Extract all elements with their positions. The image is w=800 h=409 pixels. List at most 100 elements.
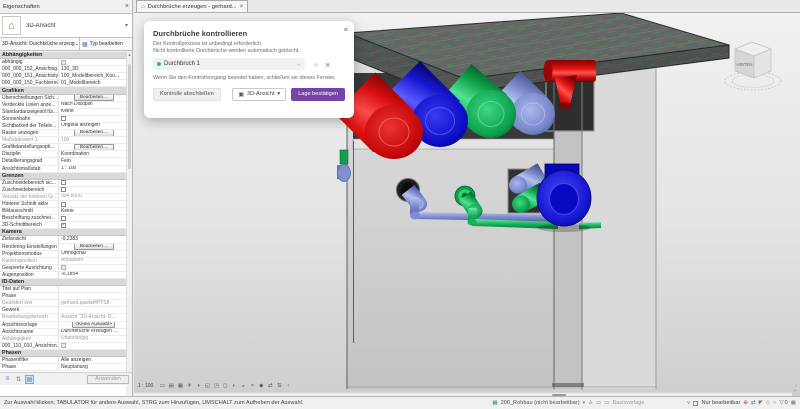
property-value[interactable] (58, 201, 126, 207)
property-row[interactable]: 000_110_010_Ansichtsn... (0, 343, 126, 350)
property-row[interactable]: Maßstabswert 1:100 (0, 137, 126, 144)
type-selector[interactable]: ⌂ 3D-Ansicht ▾ (0, 13, 132, 38)
edit-button[interactable]: Bearbeiten... (74, 144, 114, 150)
view-selector-button[interactable]: ▣ 3D-Ansicht ▾ (232, 88, 286, 101)
section-header[interactable]: Phasen＾ (0, 350, 126, 357)
scrollbar-thumb[interactable] (128, 64, 131, 169)
property-row[interactable]: Standardanzeigestil für...Keine (0, 109, 126, 116)
property-row[interactable]: Sonnenbahn (0, 116, 126, 123)
checkbox[interactable] (61, 116, 66, 121)
select-toggle-icon[interactable]: ◤ (759, 400, 763, 406)
editable-only-checkbox[interactable] (693, 401, 698, 406)
reveal-hidden-icon[interactable]: ◒ (239, 383, 247, 389)
property-row[interactable]: Ansichtsvorlage<Keine Auswahl> (0, 322, 126, 329)
property-row[interactable]: Gesperrte Ausrichtung (0, 265, 126, 272)
property-value[interactable] (58, 116, 126, 122)
property-row[interactable]: Beschriftung zuschnei... (0, 215, 126, 222)
property-value[interactable]: 100 (58, 137, 126, 143)
property-value[interactable]: -0,1854 (58, 272, 126, 278)
property-value[interactable]: Bearbeiten... (58, 130, 126, 136)
crop-view-icon[interactable]: ◱ (203, 383, 211, 389)
property-row[interactable]: Titel auf Plan (0, 286, 126, 293)
property-value[interactable]: 130_3D (58, 66, 126, 72)
checkbox[interactable] (61, 180, 66, 185)
drag-toggle-icon[interactable]: ◇ (766, 400, 770, 406)
visual-style-icon[interactable]: ▦ (176, 383, 184, 389)
property-row[interactable]: Rendering-EinstellungenBearbeiten... (0, 244, 126, 251)
property-row[interactable]: 000_000_151_Ansichtstyp100_Modellbereich… (0, 73, 126, 80)
property-value[interactable] (58, 180, 126, 186)
instance-selector[interactable]: 3D-Ansicht: Durchbrüche erzeug ⌄ (0, 38, 80, 50)
property-value[interactable]: Bearbeiten... (58, 144, 126, 150)
close-icon[interactable]: × (125, 3, 129, 10)
property-row[interactable]: Geändert vongerhard.pawlat4PTS8 (0, 300, 126, 307)
property-row[interactable]: Ansichtsmaßstab1 : 100 (0, 166, 126, 173)
property-value[interactable]: -0,2383 (58, 236, 126, 242)
collapse-icon[interactable]: ＾ (120, 350, 125, 356)
property-value[interactable]: Durchbrüche erzeugen ... (58, 329, 126, 335)
property-row[interactable]: Grafikdarstellungsopti...Bearbeiten... (0, 144, 126, 151)
view-cube[interactable]: HINTEN (725, 42, 781, 90)
edit-button[interactable]: <Keine Auswahl> (72, 322, 115, 328)
property-row[interactable]: AbhängigkeitUnabhängig (0, 336, 126, 343)
property-row[interactable]: BearbeitungsbereichAnsicht "3D-Ansicht: … (0, 314, 126, 321)
shadows-icon[interactable]: ◑ (194, 383, 202, 389)
close-icon[interactable]: × (240, 3, 244, 10)
property-row[interactable]: 000_000_150_Fachberei...01_Modellbereich (0, 80, 126, 87)
displace-elements-icon[interactable]: ◆ (257, 383, 265, 389)
property-row[interactable]: Verdeckte Linien anze...Nach Disziplin (0, 102, 126, 109)
close-icon[interactable]: × (344, 26, 348, 34)
property-value[interactable]: Anpassen (58, 258, 126, 264)
sun-path-icon[interactable]: ☀ (185, 383, 193, 389)
property-value[interactable]: Unabhängig (58, 336, 126, 342)
property-row[interactable]: abhängig (0, 59, 126, 66)
property-row[interactable]: DetaillierungsgradFein (0, 158, 126, 165)
workset-selector[interactable]: 200_Rohbau (nicht bearbeitbar) (501, 400, 580, 406)
property-value[interactable]: 304,8000 (58, 194, 126, 200)
finish-control-button[interactable]: Kontrolle abschließen (153, 88, 221, 101)
3d-viewport[interactable]: HINTEN × Durchbrüche kontrollieren Der K… (134, 13, 800, 396)
section-header[interactable]: Kamera＾ (0, 229, 126, 236)
property-value[interactable]: ✓ (58, 222, 126, 228)
editable-items-icon[interactable]: ⊕ (743, 400, 748, 406)
property-row[interactable]: 000_000_152_Ansichtsg...130_3D (0, 66, 126, 73)
property-value[interactable]: Orthogonal (58, 251, 126, 257)
property-row[interactable]: DisziplinKoordination (0, 151, 126, 158)
edit-button[interactable]: Bearbeiten... (74, 130, 114, 136)
checkbox[interactable]: ✓ (61, 223, 66, 228)
edit-button[interactable]: Bearbeiten... (74, 95, 114, 101)
checkbox[interactable] (61, 187, 66, 192)
show-crop-icon[interactable]: ◳ (212, 383, 220, 389)
sort-alphabetical-icon[interactable]: ≡ (3, 375, 12, 384)
view-scale[interactable]: 1 : 100 (138, 383, 153, 389)
property-row[interactable]: Phase (0, 293, 126, 300)
property-value[interactable] (58, 343, 126, 349)
collapse-icon[interactable]: ＾ (120, 173, 125, 179)
property-value[interactable]: Koordination (58, 151, 126, 157)
back-icon[interactable]: ‹ (284, 383, 292, 389)
property-row[interactable]: Versatz der hinteren Gr...304,8000 (0, 194, 126, 201)
property-row[interactable]: KamerapositionAnpassen (0, 258, 126, 265)
sort-order-icon[interactable]: ⇅ (14, 375, 23, 384)
crop-size-icon[interactable]: ▭ (158, 383, 166, 389)
view-tab[interactable]: ⌂ Durchbrüche erzeugen - gerhard... × (136, 0, 248, 12)
worksharing-display-icon[interactable]: ⇅ (275, 383, 283, 389)
confirm-position-button[interactable]: Lage bestätigen (291, 88, 345, 101)
property-value[interactable] (58, 293, 126, 299)
property-row[interactable]: Zielansicht-0,2383 (0, 236, 126, 243)
property-row[interactable]: Augenposition-0,1854 (0, 272, 126, 279)
property-row[interactable]: 3D-Schnittbereich✓ (0, 222, 126, 229)
section-header[interactable]: Grenzen＾ (0, 173, 126, 180)
property-value[interactable]: Alle anzeigen (58, 357, 126, 363)
property-row[interactable]: PhaseNeuplanung (0, 364, 126, 371)
property-row[interactable]: ProjektionsmodusOrthogonal (0, 251, 126, 258)
property-value[interactable]: Keine (58, 208, 126, 214)
property-value[interactable]: Bearbeiten... (58, 95, 126, 101)
property-value[interactable]: Bearbeiten... (58, 244, 126, 250)
filter-indicator[interactable]: ▽ 0 (779, 400, 787, 406)
property-value[interactable]: Original anzeigen (58, 123, 126, 129)
properties-scrollbar[interactable]: ▲ (126, 52, 132, 372)
property-value[interactable]: 100_Modellbereich_Koo... (58, 73, 126, 79)
property-value[interactable] (58, 59, 126, 65)
transfer-request-icon[interactable]: ⇄ (751, 400, 756, 406)
